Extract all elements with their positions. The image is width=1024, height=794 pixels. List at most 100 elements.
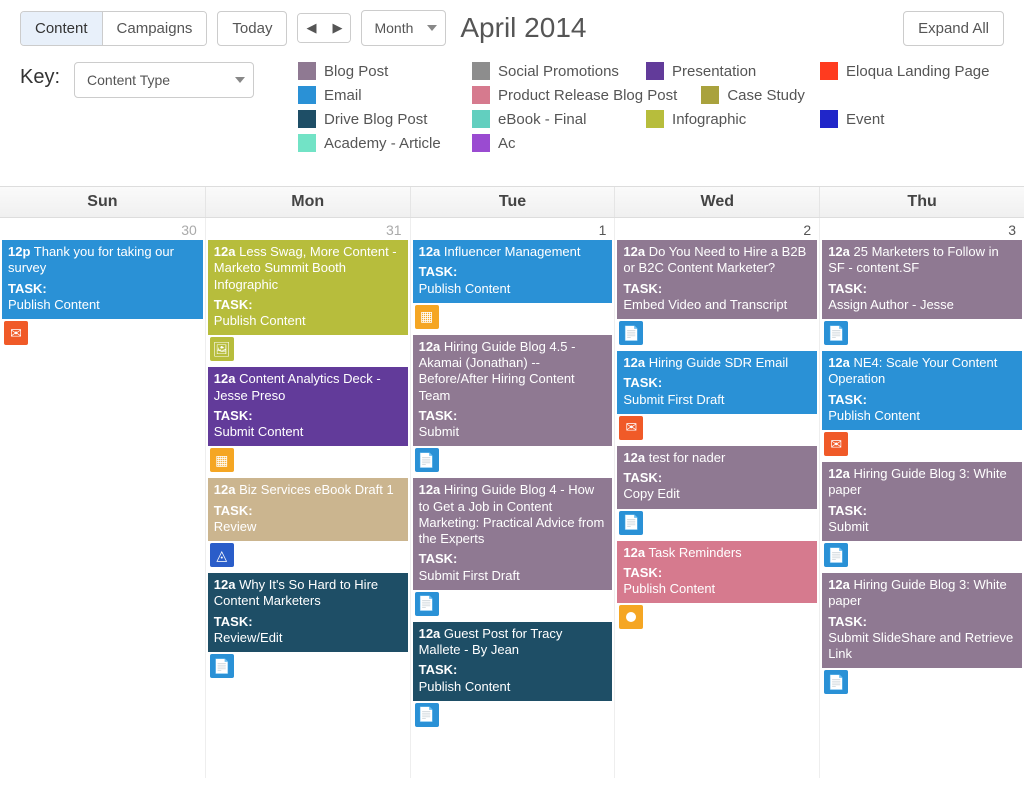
document-icon: 📄 xyxy=(824,321,848,345)
mail-icon: ✉ xyxy=(4,321,28,345)
legend-item[interactable]: Drive Blog Post xyxy=(298,110,448,128)
event-icon-wrap: 🖼 xyxy=(210,337,410,361)
event-icon-wrap: 📄 xyxy=(824,670,1024,694)
event-title: Influencer Management xyxy=(440,244,580,259)
legend-item[interactable]: Product Release Blog Post xyxy=(472,86,677,104)
event-task-text: Publish Content xyxy=(8,297,197,313)
mail-icon: ✉ xyxy=(824,432,848,456)
document-icon: 📄 xyxy=(824,543,848,567)
legend-label: Blog Post xyxy=(324,63,388,80)
view-tabs: Content Campaigns xyxy=(20,11,207,46)
event-icon-wrap: ▦ xyxy=(210,448,410,472)
dot-icon xyxy=(619,605,643,629)
today-button[interactable]: Today xyxy=(217,11,287,46)
legend-item[interactable]: Academy - Article xyxy=(298,134,448,152)
tab-campaigns[interactable]: Campaigns xyxy=(102,12,207,45)
event-time: 12a xyxy=(623,244,645,259)
calendar-day-column: 212a Do You Need to Hire a B2B or B2C Co… xyxy=(614,218,819,778)
legend-label: Case Study xyxy=(727,87,805,104)
event-task-label: TASK: xyxy=(419,551,607,567)
event-task-label: TASK: xyxy=(214,614,402,630)
calendar-event[interactable]: 12a Less Swag, More Content - Marketo Su… xyxy=(208,240,408,335)
calendar-event[interactable]: 12a Guest Post for Tracy Mallete - By Je… xyxy=(413,622,613,701)
calendar-toolbar: Content Campaigns Today ◀ ▶ Month April … xyxy=(0,0,1024,46)
calendar-day-column: 3112a Less Swag, More Content - Marketo … xyxy=(205,218,410,778)
calendar-event[interactable]: 12a test for naderTASK:Copy Edit xyxy=(617,446,817,509)
event-time: 12a xyxy=(828,577,850,592)
calendar-day-column: 3012p Thank you for taking our surveyTAS… xyxy=(0,218,205,778)
event-task-text: Publish Content xyxy=(214,313,402,329)
event-time: 12a xyxy=(419,244,441,259)
event-time: 12a xyxy=(214,244,236,259)
event-task-label: TASK: xyxy=(828,392,1016,408)
calendar-event[interactable]: 12a Why It's So Hard to Hire Content Mar… xyxy=(208,573,408,652)
period-title: April 2014 xyxy=(460,12,893,44)
legend-item[interactable]: Case Study xyxy=(701,86,851,104)
presentation-icon: ▦ xyxy=(210,448,234,472)
event-title: Hiring Guide Blog 3: White paper xyxy=(828,577,1007,608)
calendar-event[interactable]: 12a NE4: Scale Your Content OperationTAS… xyxy=(822,351,1022,430)
event-time: 12a xyxy=(419,482,441,497)
document-icon: 📄 xyxy=(415,448,439,472)
legend-item[interactable]: Presentation xyxy=(646,62,796,80)
legend-item[interactable]: Infographic xyxy=(646,110,796,128)
event-task-text: Submit xyxy=(828,519,1016,535)
day-header: Thu xyxy=(819,187,1024,217)
calendar-event[interactable]: 12a Do You Need to Hire a B2B or B2C Con… xyxy=(617,240,817,319)
calendar-event[interactable]: 12a Biz Services eBook Draft 1TASK:Revie… xyxy=(208,478,408,541)
calendar-event[interactable]: 12a Hiring Guide Blog 4.5 - Akamai (Jona… xyxy=(413,335,613,447)
legend-swatch xyxy=(298,134,316,152)
legend-label: Ac xyxy=(498,135,516,152)
event-icon-wrap: ▦ xyxy=(415,305,615,329)
event-task-text: Review/Edit xyxy=(214,630,402,646)
calendar-event[interactable]: 12a Hiring Guide Blog 3: White paperTASK… xyxy=(822,462,1022,541)
calendar-grid: SunMonTueWedThu 3012p Thank you for taki… xyxy=(0,186,1024,778)
day-header: Mon xyxy=(205,187,410,217)
calendar-event[interactable]: 12a Content Analytics Deck - Jesse Preso… xyxy=(208,367,408,446)
legend-item[interactable]: eBook - Final xyxy=(472,110,622,128)
legend-item[interactable]: Ac xyxy=(472,134,622,152)
next-arrow-icon[interactable]: ▶ xyxy=(324,14,350,42)
calendar-event[interactable]: 12a Task RemindersTASK:Publish Content xyxy=(617,541,817,604)
legend-swatch xyxy=(298,110,316,128)
event-task-label: TASK: xyxy=(214,297,402,313)
legend-label: eBook - Final xyxy=(498,111,586,128)
event-title: Guest Post for Tracy Mallete - By Jean xyxy=(419,626,563,657)
view-select[interactable]: Month xyxy=(361,10,446,46)
legend-key-label: Key: xyxy=(20,66,60,89)
legend-swatch xyxy=(298,86,316,104)
event-icon-wrap: 📄 xyxy=(415,703,615,727)
tab-content[interactable]: Content xyxy=(21,12,102,45)
legend-item[interactable]: Email xyxy=(298,86,448,104)
event-title: NE4: Scale Your Content Operation xyxy=(828,355,997,386)
legend-swatch xyxy=(646,62,664,80)
event-task-label: TASK: xyxy=(623,470,811,486)
day-header: Wed xyxy=(614,187,819,217)
legend-label: Eloqua Landing Page xyxy=(846,63,989,80)
event-task-text: Review xyxy=(214,519,402,535)
chevron-down-icon xyxy=(427,25,437,31)
legend-filter-select[interactable]: Content Type xyxy=(74,62,254,98)
calendar-event[interactable]: 12a Influencer ManagementTASK:Publish Co… xyxy=(413,240,613,303)
document-icon: 📄 xyxy=(619,511,643,535)
event-title: Hiring Guide Blog 4 - How to Get a Job i… xyxy=(419,482,605,546)
event-task-text: Embed Video and Transcript xyxy=(623,297,811,313)
prev-arrow-icon[interactable]: ◀ xyxy=(298,14,324,42)
legend-item[interactable]: Social Promotions xyxy=(472,62,622,80)
legend-item[interactable]: Event xyxy=(820,110,970,128)
calendar-event[interactable]: 12a Hiring Guide Blog 3: White paperTASK… xyxy=(822,573,1022,668)
event-icon-wrap: 📄 xyxy=(619,511,819,535)
legend-item[interactable]: Eloqua Landing Page xyxy=(820,62,989,80)
legend-swatch xyxy=(472,110,490,128)
legend-label: Academy - Article xyxy=(324,135,441,152)
calendar-event[interactable]: 12a Hiring Guide SDR EmailTASK:Submit Fi… xyxy=(617,351,817,414)
event-task-text: Submit Content xyxy=(214,424,402,440)
legend-item[interactable]: Blog Post xyxy=(298,62,448,80)
event-time: 12a xyxy=(828,244,850,259)
document-icon: 📄 xyxy=(415,592,439,616)
calendar-event[interactable]: 12p Thank you for taking our surveyTASK:… xyxy=(2,240,203,319)
calendar-event[interactable]: 12a 25 Marketers to Follow in SF - conte… xyxy=(822,240,1022,319)
legend-label: Event xyxy=(846,111,884,128)
expand-all-button[interactable]: Expand All xyxy=(903,11,1004,46)
calendar-event[interactable]: 12a Hiring Guide Blog 4 - How to Get a J… xyxy=(413,478,613,590)
